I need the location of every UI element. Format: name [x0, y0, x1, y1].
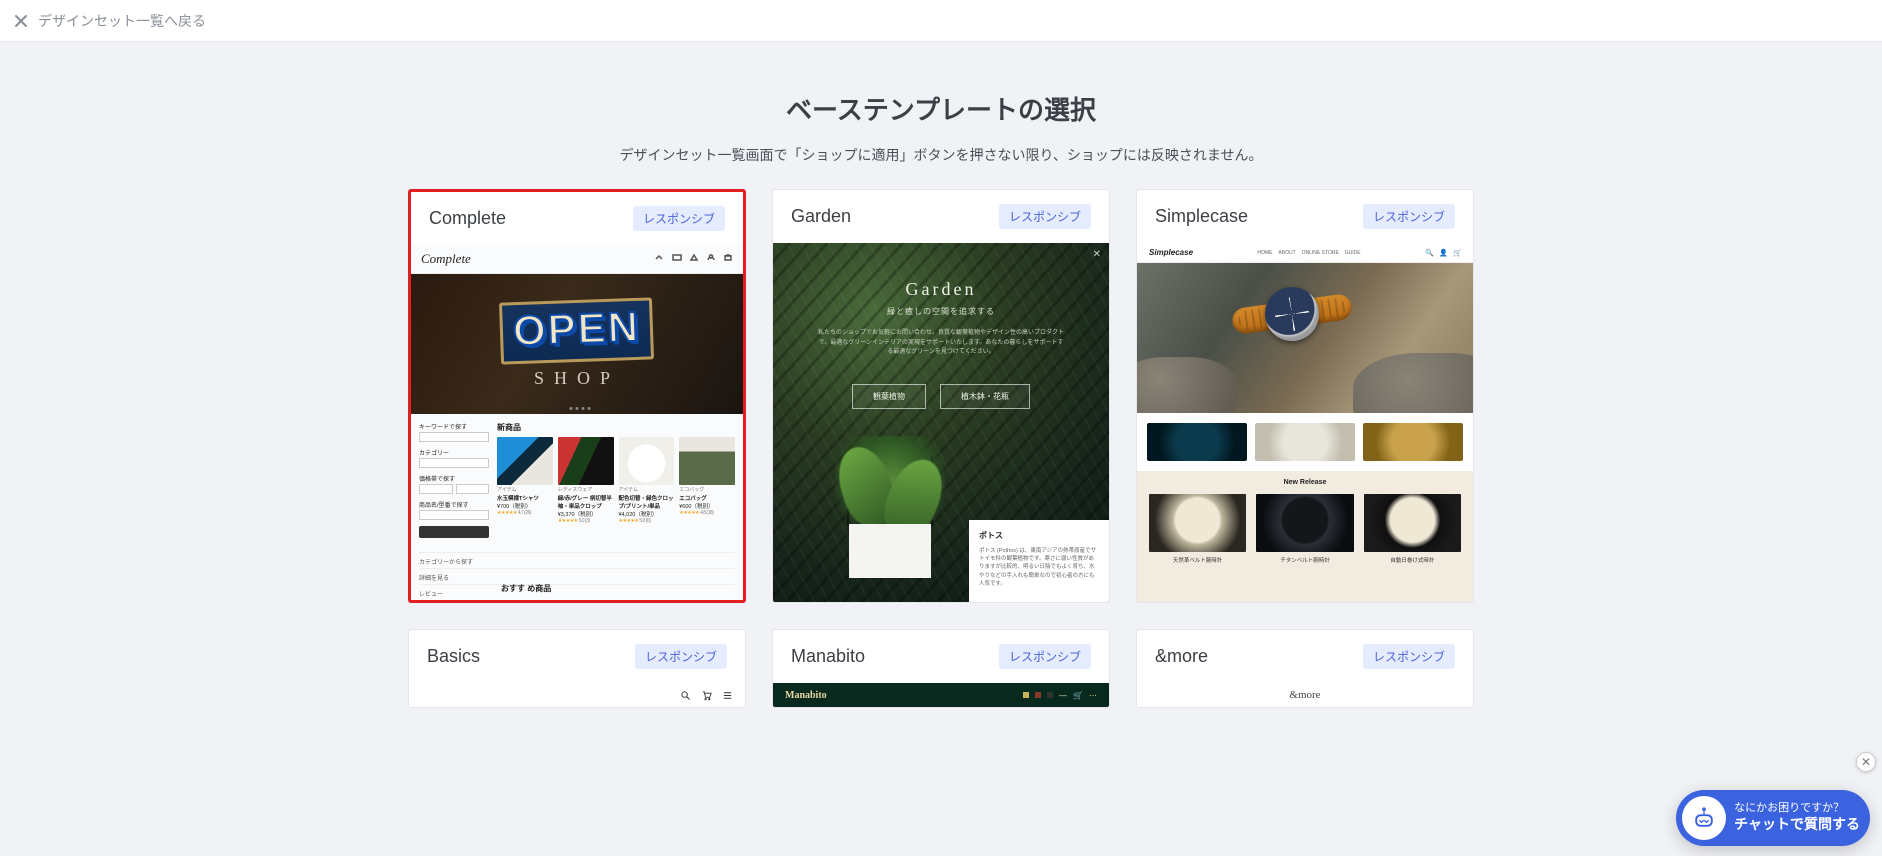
page-title: ベーステンプレートの選択: [20, 90, 1862, 127]
card-header: Garden レスポンシブ: [773, 190, 1109, 243]
card-header: Manabito レスポンシブ: [773, 630, 1109, 683]
card-title: Manabito: [791, 646, 865, 667]
template-grid-wrap: Complete レスポンシブ Complete OPEN SHOP: [0, 189, 1882, 748]
page-header: ベーステンプレートの選択 デザインセット一覧画面で「ショップに適用」ボタンを押さ…: [0, 42, 1882, 189]
card-title: &more: [1155, 646, 1208, 667]
card-title: Basics: [427, 646, 480, 667]
back-to-list-link[interactable]: デザインセット一覧へ戻る: [14, 11, 206, 31]
cart-icon: 🛒: [1073, 691, 1083, 700]
thumb-hero-shop: SHOP: [534, 368, 620, 389]
card-header: Simplecase レスポンシブ: [1137, 190, 1473, 243]
responsive-badge: レスポンシブ: [999, 204, 1091, 229]
responsive-badge: レスポンシブ: [1363, 204, 1455, 229]
topbar: デザインセット一覧へ戻る: [0, 0, 1882, 42]
search-icon: [680, 690, 691, 701]
thumb-tagline: 緑と癒しの空間を追求する: [773, 306, 1109, 317]
card-header: Complete レスポンシブ: [411, 192, 743, 245]
template-thumbnail-complete: Complete OPEN SHOP キーワー: [411, 245, 743, 600]
chat-line2: チャットで質問する: [1734, 816, 1860, 834]
card-title: Garden: [791, 206, 851, 227]
menu-icon: [722, 690, 733, 701]
thumb-btn-pots: 植木鉢・花瓶: [940, 384, 1030, 409]
responsive-badge: レスポンシブ: [633, 206, 725, 231]
card-title: Simplecase: [1155, 206, 1248, 227]
cart-icon: [701, 690, 712, 701]
template-thumbnail-basics: [409, 683, 745, 707]
card-header: Basics レスポンシブ: [409, 630, 745, 683]
back-to-list-label: デザインセット一覧へ戻る: [38, 11, 206, 31]
thumb-brand: Garden: [773, 279, 1109, 300]
chat-line1: なにかお困りですか？: [1734, 802, 1860, 816]
template-card-complete[interactable]: Complete レスポンシブ Complete OPEN SHOP: [408, 189, 746, 603]
template-card-manabito[interactable]: Manabito レスポンシブ Manabito —🛒⋯: [772, 629, 1110, 708]
card-title: Complete: [429, 208, 506, 229]
card-header: &more レスポンシブ: [1137, 630, 1473, 683]
thumb-logo: Complete: [421, 251, 471, 267]
template-card-simplecase[interactable]: Simplecase レスポンシブ Simplecase HOME ABOUT …: [1136, 189, 1474, 603]
template-grid: Complete レスポンシブ Complete OPEN SHOP: [408, 189, 1474, 708]
page-subtitle: デザインセット一覧画面で「ショップに適用」ボタンを押さない限り、ショップには反映…: [20, 145, 1862, 165]
close-icon: [14, 14, 28, 28]
template-thumbnail-simplecase: Simplecase HOME ABOUT ONLINE STORE GUIDE…: [1137, 243, 1473, 602]
responsive-badge: レスポンシブ: [999, 644, 1091, 669]
chat-close-button[interactable]: ✕: [1856, 752, 1876, 772]
responsive-badge: レスポンシブ: [1363, 644, 1455, 669]
template-thumbnail-andmore: &more: [1137, 683, 1473, 707]
chat-widget[interactable]: なにかお困りですか？ チャットで質問する: [1676, 790, 1870, 846]
responsive-badge: レスポンシブ: [635, 644, 727, 669]
thumb-btn-plants: 観葉植物: [852, 384, 926, 409]
thumb-paragraph: 私たちのショップでお気軽にお問い合わせ。良質な観葉植物やデザイン性の高いプロダク…: [816, 329, 1066, 358]
thumb-header-icons: 🔍👤🛒: [1425, 249, 1461, 257]
template-card-andmore[interactable]: &more レスポンシブ &more: [1136, 629, 1474, 708]
template-card-garden[interactable]: Garden レスポンシブ ✕ Garden 緑と癒しの空間を追求する 私たちの…: [772, 189, 1110, 603]
template-thumbnail-garden: ✕ Garden 緑と癒しの空間を追求する 私たちのショップでお気軽にお問い合わ…: [773, 243, 1109, 602]
thumb-hero-open: OPEN: [499, 297, 654, 364]
chat-bot-icon: [1682, 796, 1726, 840]
thumb-toolbar-icons: [655, 254, 733, 264]
template-thumbnail-manabito: Manabito —🛒⋯: [773, 683, 1109, 707]
template-card-basics[interactable]: Basics レスポンシブ: [408, 629, 746, 708]
